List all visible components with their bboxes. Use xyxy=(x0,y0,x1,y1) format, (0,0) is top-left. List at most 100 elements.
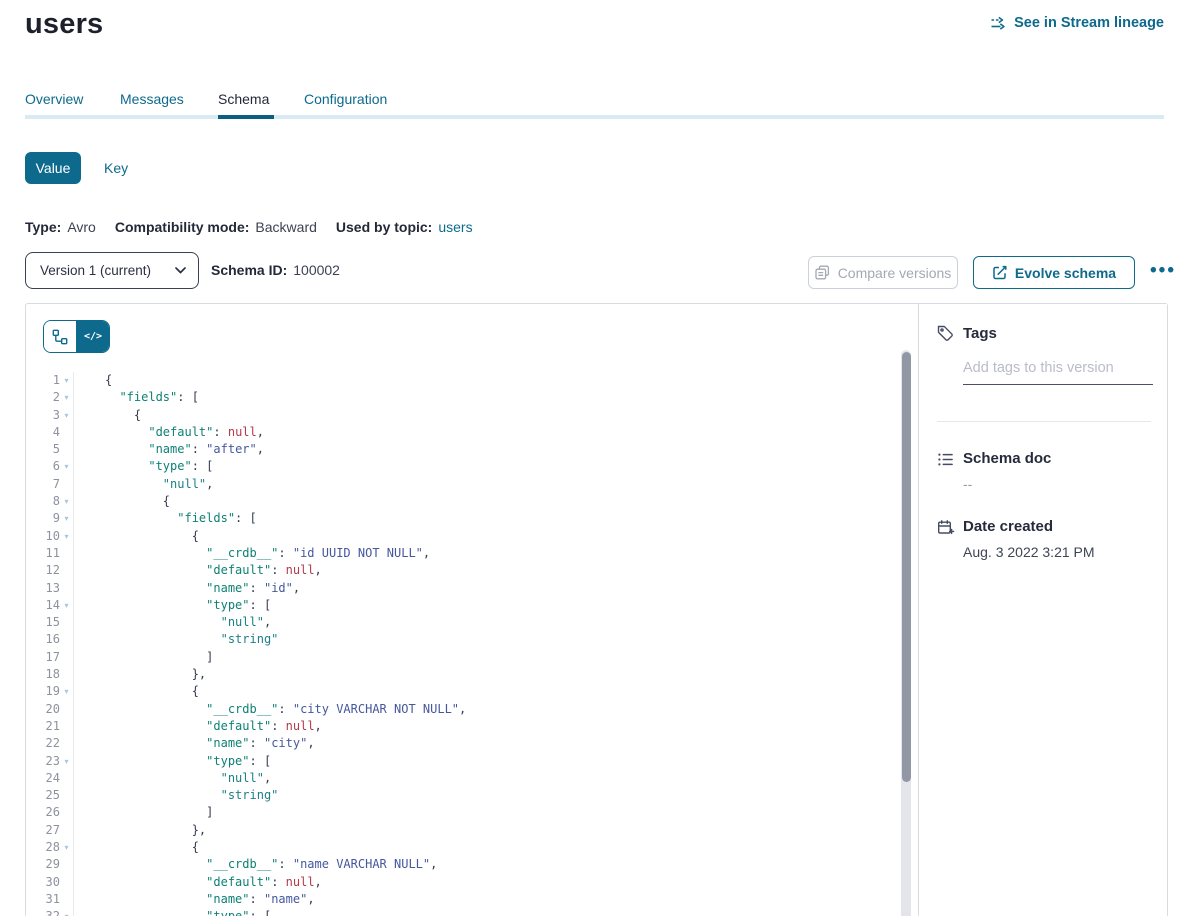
code-line: 25 "string" xyxy=(26,787,900,804)
fold-arrow-icon[interactable]: ▾ xyxy=(60,528,73,545)
fold-spacer xyxy=(60,441,73,458)
code-line: 17 ] xyxy=(26,649,900,666)
code-text: "null", xyxy=(73,770,271,787)
code-text: "type": [ xyxy=(73,458,213,475)
line-number: 17 xyxy=(26,649,60,666)
editor-scrollbar-thumb[interactable] xyxy=(902,352,911,782)
key-tab-button[interactable]: Key xyxy=(104,160,128,176)
tab-overview[interactable]: Overview xyxy=(25,91,83,107)
line-number: 27 xyxy=(26,822,60,839)
fold-arrow-icon[interactable]: ▾ xyxy=(60,458,73,475)
fold-arrow-icon[interactable]: ▾ xyxy=(60,510,73,527)
compare-versions-button[interactable]: Compare versions xyxy=(808,256,958,289)
code-line: 2▾ "fields": [ xyxy=(26,389,900,406)
line-number: 32 xyxy=(26,908,60,916)
editor-scrollbar-track[interactable] xyxy=(901,350,911,916)
code-text: "type": [ xyxy=(73,908,271,916)
used-by-topic-link[interactable]: users xyxy=(438,219,472,235)
stream-lineage-link[interactable]: See in Stream lineage xyxy=(990,15,1164,31)
line-number: 23 xyxy=(26,753,60,770)
tree-view-button[interactable] xyxy=(44,321,77,352)
schema-doc-icon xyxy=(937,451,954,468)
tab-active-indicator xyxy=(218,115,274,119)
value-tab-button[interactable]: Value xyxy=(25,152,81,184)
fold-arrow-icon[interactable]: ▾ xyxy=(60,407,73,424)
code-line: 1▾{ xyxy=(26,372,900,389)
line-number: 19 xyxy=(26,683,60,700)
tab-messages[interactable]: Messages xyxy=(120,91,184,107)
code-line: 15 "null", xyxy=(26,614,900,631)
fold-spacer xyxy=(60,476,73,493)
code-line: 13 "name": "id", xyxy=(26,580,900,597)
fold-arrow-icon[interactable]: ▾ xyxy=(60,372,73,389)
fold-arrow-icon[interactable]: ▾ xyxy=(60,908,73,916)
code-view-button[interactable]: </> xyxy=(77,321,109,352)
schema-doc-value: -- xyxy=(963,476,972,492)
more-options-button[interactable]: ••• xyxy=(1142,254,1184,287)
fold-spacer xyxy=(60,874,73,891)
code-text: "default": null, xyxy=(73,874,322,891)
fold-arrow-icon[interactable]: ▾ xyxy=(60,389,73,406)
code-text: "__crdb__": "id UUID NOT NULL", xyxy=(73,545,430,562)
tab-configuration[interactable]: Configuration xyxy=(304,91,387,107)
evolve-schema-icon xyxy=(992,265,1007,280)
fold-spacer xyxy=(60,770,73,787)
code-line: 26 ] xyxy=(26,804,900,821)
evolve-schema-button[interactable]: Evolve schema xyxy=(973,256,1135,289)
type-label: Type: xyxy=(25,219,61,235)
type-value: Avro xyxy=(67,219,96,235)
fold-arrow-icon[interactable]: ▾ xyxy=(60,493,73,510)
topic-label: Used by topic: xyxy=(336,219,432,235)
code-line: 7 "null", xyxy=(26,476,900,493)
code-text: { xyxy=(73,372,112,389)
fold-spacer xyxy=(60,856,73,873)
compare-versions-icon xyxy=(815,265,830,280)
line-number: 3 xyxy=(26,407,60,424)
fold-arrow-icon[interactable]: ▾ xyxy=(60,839,73,856)
tab-track xyxy=(25,115,1164,119)
fold-arrow-icon[interactable]: ▾ xyxy=(60,683,73,700)
fold-spacer xyxy=(60,891,73,908)
code-line: 21 "default": null, xyxy=(26,718,900,735)
code-line: 31 "name": "name", xyxy=(26,891,900,908)
line-number: 10 xyxy=(26,528,60,545)
line-number: 30 xyxy=(26,874,60,891)
view-toggle: </> xyxy=(43,320,110,353)
line-number: 4 xyxy=(26,424,60,441)
evolve-schema-label: Evolve schema xyxy=(1015,265,1116,281)
code-line: 8▾ { xyxy=(26,493,900,510)
code-line: 20 "__crdb__": "city VARCHAR NOT NULL", xyxy=(26,701,900,718)
code-text: "string" xyxy=(73,631,278,648)
line-number: 29 xyxy=(26,856,60,873)
code-line: 6▾ "type": [ xyxy=(26,458,900,475)
line-number: 9 xyxy=(26,510,60,527)
code-text: { xyxy=(73,839,199,856)
line-number: 13 xyxy=(26,580,60,597)
code-text: "type": [ xyxy=(73,597,271,614)
line-number: 11 xyxy=(26,545,60,562)
code-text: "__crdb__": "name VARCHAR NULL", xyxy=(73,856,437,873)
fold-spacer xyxy=(60,735,73,752)
tab-schema[interactable]: Schema xyxy=(218,91,269,107)
code-line: 30 "default": null, xyxy=(26,874,900,891)
chevron-down-icon xyxy=(175,267,186,274)
fold-spacer xyxy=(60,580,73,597)
code-text: "name": "id", xyxy=(73,580,300,597)
code-line: 12 "default": null, xyxy=(26,562,900,579)
code-text: { xyxy=(73,493,170,510)
version-select[interactable]: Version 1 (current) xyxy=(25,252,199,289)
fold-arrow-icon[interactable]: ▾ xyxy=(60,597,73,614)
code-line: 18 }, xyxy=(26,666,900,683)
code-text: "null", xyxy=(73,614,271,631)
code-text: "fields": [ xyxy=(73,389,199,406)
line-number: 12 xyxy=(26,562,60,579)
line-number: 6 xyxy=(26,458,60,475)
code-text: "__crdb__": "city VARCHAR NOT NULL", xyxy=(73,701,466,718)
code-text: "string" xyxy=(73,787,278,804)
code-line: 27 }, xyxy=(26,822,900,839)
code-text: "type": [ xyxy=(73,753,271,770)
tags-input[interactable] xyxy=(963,356,1153,385)
fold-spacer xyxy=(60,701,73,718)
code-line: 14▾ "type": [ xyxy=(26,597,900,614)
fold-arrow-icon[interactable]: ▾ xyxy=(60,753,73,770)
